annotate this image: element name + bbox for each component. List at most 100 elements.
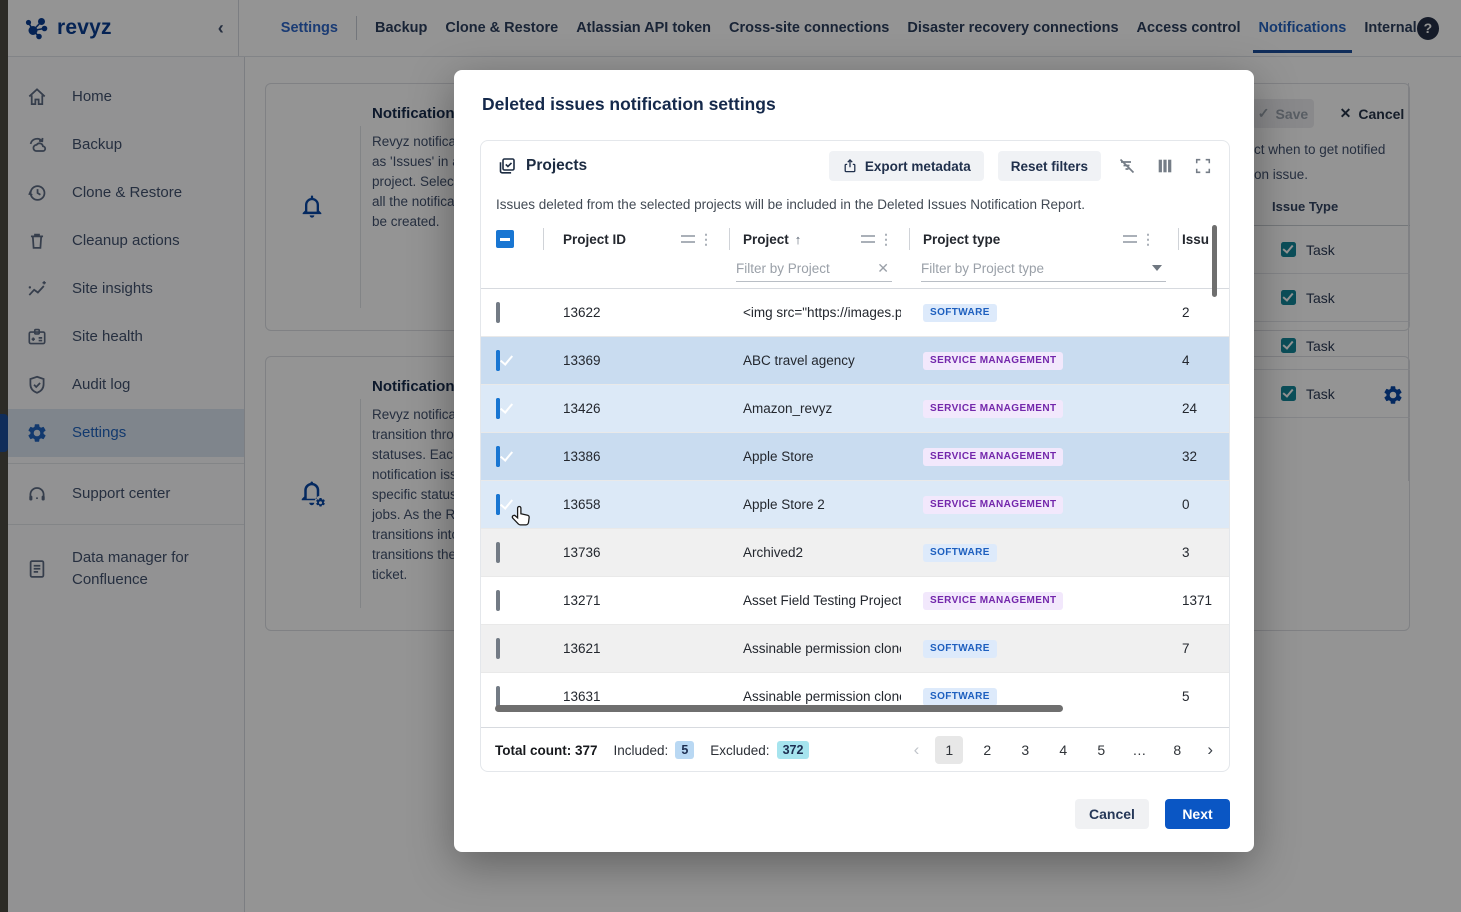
table-row-13622[interactable]: 13622<img src="https://images.peSOFTWARE… (481, 289, 1229, 337)
table-row-13736[interactable]: 13736Archived2 SOFTWARE 3 (481, 529, 1229, 577)
cell-project-name: Archived2 (721, 545, 901, 560)
row-checkbox[interactable] (496, 686, 500, 707)
included-count-badge: 5 (675, 741, 694, 759)
export-metadata-button[interactable]: Export metadata (829, 151, 984, 181)
pagination-page-2[interactable]: 2 (973, 736, 1001, 764)
table-row-13386[interactable]: 13386Apple StoreSERVICE MANAGEMENT32 (481, 433, 1229, 481)
select-all-checkbox[interactable] (496, 230, 514, 248)
cell-issue-count: 4 (1163, 353, 1229, 368)
project-type-badge: SERVICE MANAGEMENT (923, 400, 1063, 418)
clear-filter-icon[interactable]: ✕ (874, 260, 892, 277)
cell-project-id: 13736 (535, 545, 721, 560)
table-row-13658[interactable]: 13658Apple Store 2SERVICE MANAGEMENT0 (481, 481, 1229, 529)
column-menu-icon[interactable]: ⋮ (1141, 232, 1155, 246)
pagination: ‹ 12345 … 8 › (908, 736, 1219, 764)
table-header-row: Project ID ⋮ Project ↑ ⋮ Project type ⋮ (481, 223, 1229, 255)
cell-project-type: SOFTWARE (901, 543, 1163, 562)
screen: revyz ‹ SettingsBackupClone & RestoreAtl… (0, 0, 1461, 912)
cell-project-id: 13622 (535, 305, 721, 320)
project-type-filter-input[interactable] (921, 261, 1152, 276)
filter-row: ✕ (481, 255, 1229, 289)
table-row-13369[interactable]: 13369ABC travel agency SERVICE MANAGEMENT… (481, 337, 1229, 385)
project-filter-input[interactable] (736, 261, 874, 276)
row-checkbox[interactable] (496, 350, 500, 371)
cell-issue-count: 0 (1163, 497, 1229, 512)
cell-project-name: Apple Store 2 (721, 497, 901, 512)
table-row-13426[interactable]: 13426Amazon_revyzSERVICE MANAGEMENT24 (481, 385, 1229, 433)
column-drag-icon[interactable] (681, 235, 695, 243)
reset-label: Reset filters (1011, 159, 1088, 174)
cell-project-type: SERVICE MANAGEMENT (901, 399, 1163, 418)
column-menu-icon[interactable]: ⋮ (699, 232, 713, 246)
project-type-badge: SOFTWARE (923, 544, 997, 562)
modal-cancel-button[interactable]: Cancel (1075, 799, 1149, 829)
cell-project-name: Amazon_revyz (721, 401, 901, 416)
header-select-all (481, 223, 535, 255)
row-checkbox[interactable] (496, 638, 500, 659)
projects-panel-header: Projects Export metadata Reset filters (481, 141, 1229, 191)
cell-project-id: 13621 (535, 641, 721, 656)
project-type-badge: SOFTWARE (923, 304, 997, 322)
excluded-label: Excluded: (710, 743, 769, 758)
cell-project-name: Assinable permission clone (721, 641, 901, 656)
project-type-badge: SOFTWARE (923, 688, 997, 706)
reset-filters-button[interactable]: Reset filters (998, 151, 1101, 181)
column-header-project-type[interactable]: Project type ⋮ (901, 223, 1163, 255)
table-footer: Total count: 377 Included: 5 Excluded: 3… (481, 727, 1229, 772)
row-checkbox[interactable] (496, 446, 500, 467)
cell-project-id: 13631 (535, 689, 721, 704)
dropdown-caret-icon[interactable] (1152, 265, 1162, 271)
pagination-page-8[interactable]: 8 (1163, 736, 1191, 764)
row-checkbox[interactable] (496, 398, 500, 419)
column-label: Project type (901, 232, 1000, 247)
projects-panel: Projects Export metadata Reset filters (480, 140, 1230, 772)
pagination-page-1[interactable]: 1 (935, 736, 963, 764)
cell-issue-count: 32 (1163, 449, 1229, 464)
projects-title: Projects (526, 157, 587, 175)
projects-icon (497, 156, 517, 176)
column-header-project-id[interactable]: Project ID ⋮ (535, 223, 721, 255)
project-type-badge: SERVICE MANAGEMENT (923, 352, 1063, 370)
cell-project-type: SOFTWARE (901, 639, 1163, 658)
pagination-page-4[interactable]: 4 (1049, 736, 1077, 764)
cell-project-id: 13369 (535, 353, 721, 368)
cell-project-id: 13386 (535, 449, 721, 464)
deleted-issues-modal: Deleted issues notification settings Pro… (454, 70, 1254, 852)
row-checkbox[interactable] (496, 302, 500, 323)
table-rows: 13622<img src="https://images.peSOFTWARE… (481, 289, 1229, 711)
cell-project-id: 13426 (535, 401, 721, 416)
column-chooser-icon[interactable] (1153, 155, 1177, 177)
filter-off-icon[interactable] (1115, 155, 1139, 177)
projects-description: Issues deleted from the selected project… (496, 197, 1085, 212)
cell-project-name: Asset Field Testing Project (721, 593, 901, 608)
row-checkbox[interactable] (496, 494, 500, 515)
cell-project-type: SOFTWARE (901, 303, 1163, 322)
row-checkbox[interactable] (496, 590, 500, 611)
column-drag-icon[interactable] (1123, 235, 1137, 243)
cell-project-name: ABC travel agency (721, 353, 901, 368)
table-row-13271[interactable]: 13271Asset Field Testing ProjectSERVICE … (481, 577, 1229, 625)
fullscreen-icon[interactable] (1191, 155, 1215, 177)
pagination-prev-icon[interactable]: ‹ (908, 740, 926, 760)
cell-issue-count: 2 (1163, 305, 1229, 320)
cell-project-name: Apple Store (721, 449, 901, 464)
project-type-badge: SERVICE MANAGEMENT (923, 496, 1063, 514)
pagination-next-icon[interactable]: › (1201, 740, 1219, 760)
pagination-page-5[interactable]: 5 (1087, 736, 1115, 764)
pagination-ellipsis: … (1125, 736, 1153, 764)
total-count: Total count: 377 (495, 743, 598, 758)
column-label: Issu (1163, 232, 1209, 247)
column-header-project[interactable]: Project ↑ ⋮ (721, 223, 901, 255)
vertical-scrollbar-thumb[interactable] (1212, 225, 1217, 297)
modal-next-button[interactable]: Next (1165, 799, 1230, 829)
pagination-page-3[interactable]: 3 (1011, 736, 1039, 764)
column-header-issues[interactable]: Issu (1163, 223, 1229, 255)
horizontal-scrollbar-thumb[interactable] (495, 705, 1063, 712)
table-row-13621[interactable]: 13621Assinable permission cloneSOFTWARE7 (481, 625, 1229, 673)
cell-issue-count: 3 (1163, 545, 1229, 560)
column-menu-icon[interactable]: ⋮ (879, 232, 893, 246)
row-checkbox[interactable] (496, 542, 500, 563)
project-type-filter-field (921, 256, 1166, 282)
column-label: Project ID (535, 232, 626, 247)
column-drag-icon[interactable] (861, 235, 875, 243)
